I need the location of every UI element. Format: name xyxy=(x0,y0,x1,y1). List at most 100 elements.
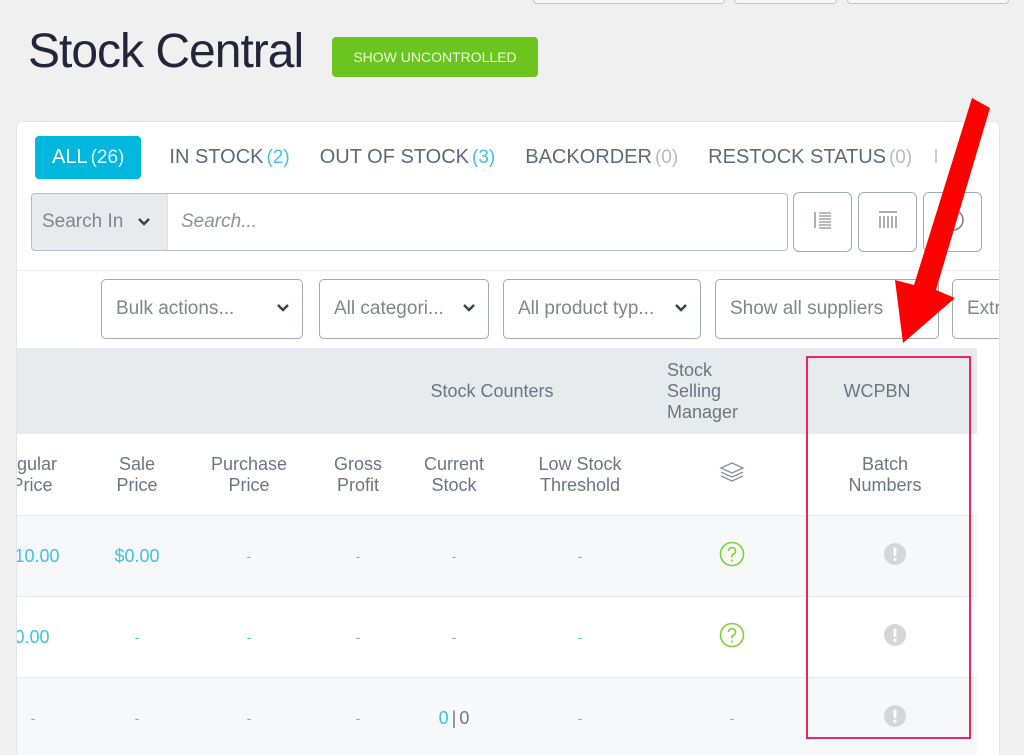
tab-all[interactable]: ALL (26) xyxy=(35,136,142,179)
warning-icon[interactable] xyxy=(884,623,906,651)
col-header-label: egular Price xyxy=(17,453,58,495)
col-header-gross-profit[interactable]: Gross Profit xyxy=(317,434,399,515)
tab-in-stock[interactable]: IN STOCK (2) xyxy=(154,136,304,179)
suppliers-select[interactable]: Show all suppliers xyxy=(715,279,939,339)
group-header-stock-counters: Stock Counters xyxy=(430,380,554,401)
col-header-label: Gross Profit xyxy=(333,453,382,495)
gross-profit-cell: - xyxy=(355,709,361,726)
categories-label: All categori... xyxy=(334,298,444,319)
col-header-batch-numbers[interactable]: Batch Numbers xyxy=(825,434,945,515)
extra-filter-select[interactable]: Extr xyxy=(952,279,1000,339)
list-view-icon xyxy=(813,211,833,234)
stock-tabs: ALL (26) IN STOCK (2) OUT OF STOCK (3) B… xyxy=(35,136,954,179)
search-in-dropdown[interactable]: Search In xyxy=(32,194,168,250)
show-uncontrolled-button[interactable]: SHOW UNCONTROLLED xyxy=(332,37,538,77)
tab-label: BACKORDER xyxy=(525,146,652,168)
batch-numbers-cell[interactable] xyxy=(835,597,955,677)
extra-filter-label: Extr xyxy=(967,298,1000,319)
help-button[interactable] xyxy=(923,192,982,252)
regular-price-cell[interactable]: $0.00 xyxy=(17,597,67,677)
batch-numbers-cell[interactable] xyxy=(835,678,955,755)
tab-backorder[interactable]: BACKORDER (0) xyxy=(510,136,693,179)
table-row: - - - - 0 | 0 - - xyxy=(17,678,977,755)
search-input[interactable] xyxy=(168,194,787,250)
col-header-purchase-price[interactable]: Purchase Price xyxy=(197,434,301,515)
col-header-label: Purchase Price xyxy=(210,453,288,495)
regular-price-cell[interactable]: 10.00 xyxy=(17,516,77,596)
list-view-button[interactable] xyxy=(793,192,852,252)
stock-table: Stock Counters Stock Selling Manager WCP… xyxy=(17,348,977,755)
col-header-sale-price[interactable]: Sale Price xyxy=(97,434,177,515)
warning-icon[interactable] xyxy=(884,542,906,570)
chevron-down-icon xyxy=(674,300,688,316)
col-header-low-stock-threshold[interactable]: Low Stock Threshold xyxy=(517,434,643,515)
product-types-label: All product typ... xyxy=(518,298,655,319)
low-stock-threshold-cell[interactable]: - xyxy=(517,516,643,596)
table-row: 10.00 $0.00 - - - - xyxy=(17,516,977,597)
sale-price-cell[interactable]: $0.00 xyxy=(97,516,177,596)
toolbar-separator xyxy=(17,270,999,271)
chevron-down-icon xyxy=(276,300,290,316)
col-header-label: Sale Price xyxy=(116,453,158,495)
col-header-stock-selling-manager[interactable] xyxy=(682,434,782,515)
top-action-button-2[interactable] xyxy=(734,0,837,4)
tab-count: (3) xyxy=(472,146,496,168)
tab-label: IN STOCK xyxy=(169,146,264,168)
page-title: Stock Central xyxy=(28,25,304,78)
col-header-label: Batch Numbers xyxy=(848,453,922,495)
stock-selling-manager-cell[interactable] xyxy=(682,516,782,596)
current-stock-secondary: 0 xyxy=(459,707,470,728)
categories-select[interactable]: All categori... xyxy=(319,279,489,339)
batch-numbers-cell[interactable] xyxy=(835,516,955,596)
stock-selling-manager-cell[interactable] xyxy=(682,597,782,677)
bulk-actions-label: Bulk actions... xyxy=(116,298,235,319)
help-icon[interactable] xyxy=(719,622,745,653)
tab-restock-status[interactable]: RESTOCK STATUS (0) xyxy=(693,136,927,179)
group-header-wcpbn: WCPBN xyxy=(843,380,911,401)
product-types-select[interactable]: All product typ... xyxy=(503,279,701,339)
warning-icon[interactable] xyxy=(884,704,906,732)
table-column-header: egular Price Sale Price Purchase Price G… xyxy=(17,434,977,516)
bulk-actions-select[interactable]: Bulk actions... xyxy=(101,279,303,339)
gross-profit-cell: - xyxy=(355,547,361,564)
purchase-price-cell[interactable]: - xyxy=(197,516,301,596)
sale-price-cell: - xyxy=(134,709,140,726)
current-stock-value[interactable]: 0 xyxy=(439,708,449,729)
tab-label: RESTOCK STATUS xyxy=(708,146,886,168)
tab-out-of-stock[interactable]: OUT OF STOCK (3) xyxy=(305,136,511,179)
col-header-current-stock[interactable]: Current Stock xyxy=(411,434,497,515)
current-stock-separator: | xyxy=(451,707,457,728)
current-stock-cell: 0 | 0 xyxy=(411,678,497,755)
current-stock-cell: - xyxy=(451,547,457,564)
tab-count: (26) xyxy=(90,146,125,168)
tab-more[interactable]: I xyxy=(927,136,954,179)
suppliers-label: Show all suppliers xyxy=(730,298,884,319)
tab-label: ALL xyxy=(52,146,88,168)
help-icon[interactable] xyxy=(719,541,745,572)
table-row: $0.00 - - - - - xyxy=(17,597,977,678)
tab-count: (0) xyxy=(888,146,913,168)
purchase-price-cell[interactable]: - xyxy=(197,597,301,677)
regular-price-cell: - xyxy=(30,709,36,726)
tab-label: OUT OF STOCK xyxy=(319,146,469,168)
chevron-down-icon xyxy=(137,214,151,230)
gross-profit-cell: - xyxy=(355,628,361,645)
group-header-stock-selling-manager: Stock Selling Manager xyxy=(667,359,739,422)
sale-price-cell[interactable]: - xyxy=(97,597,177,677)
help-circle-icon xyxy=(941,208,965,237)
tab-label: I xyxy=(933,146,939,168)
low-stock-threshold-cell: - xyxy=(577,709,583,726)
layers-icon xyxy=(718,461,746,488)
low-stock-threshold-cell[interactable]: - xyxy=(517,597,643,677)
table-group-header: Stock Counters Stock Selling Manager WCP… xyxy=(17,348,977,434)
purchase-price-cell: - xyxy=(246,709,252,726)
chevron-down-icon xyxy=(462,300,476,316)
tab-count: (2) xyxy=(266,146,290,168)
barcode-button[interactable] xyxy=(858,192,917,252)
col-header-regular-price[interactable]: egular Price xyxy=(17,434,77,515)
current-stock-cell: - xyxy=(451,628,457,645)
top-action-button-3[interactable] xyxy=(847,0,1009,4)
barcode-icon xyxy=(877,210,899,234)
page-gutter xyxy=(1000,121,1024,755)
top-action-button-1[interactable] xyxy=(533,0,725,4)
